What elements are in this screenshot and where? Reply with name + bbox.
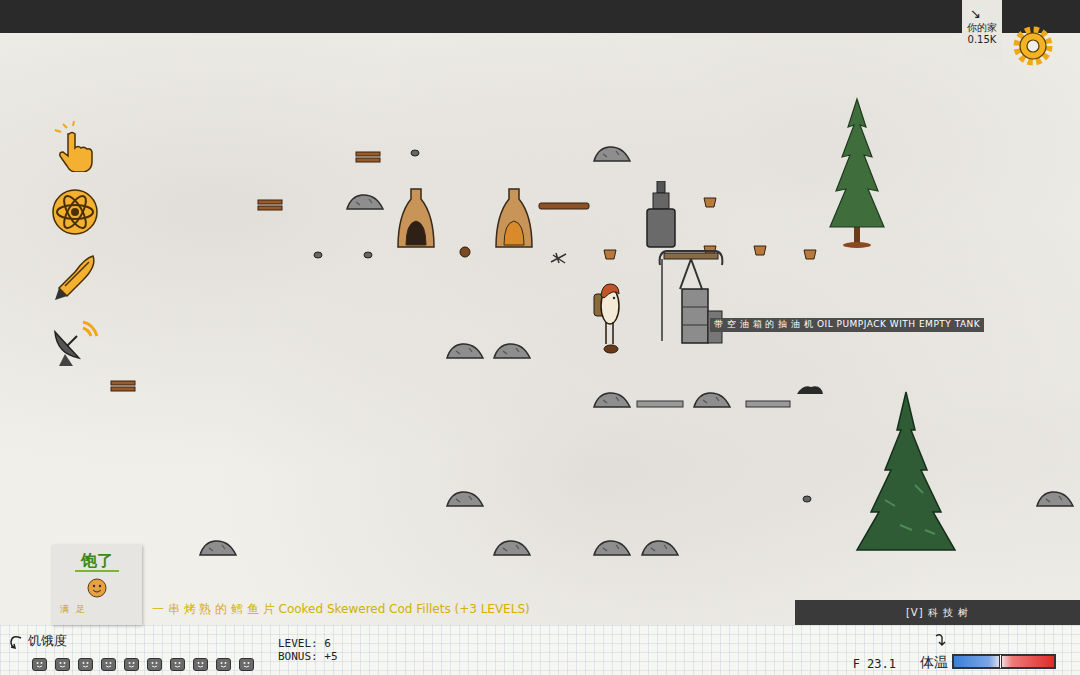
kiln [494, 187, 534, 249]
temperature-marker [999, 654, 1002, 669]
hunger-group: 饥饿度 [8, 630, 254, 671]
bonus-text: BONUS: +5 [278, 650, 338, 663]
log [538, 202, 590, 210]
curved-arrow-icon [8, 630, 24, 654]
pebble [410, 149, 420, 157]
pen-icon[interactable] [44, 245, 106, 311]
temperature-reading: F 23.1 [853, 655, 896, 673]
hunger-pip [101, 658, 116, 671]
hunger-pip [216, 658, 231, 671]
hunger-pip [170, 658, 185, 671]
tool-sidebar [44, 113, 106, 377]
gear-icon[interactable] [1011, 24, 1055, 68]
temperature-group: F 23.1 体温 [853, 628, 1056, 673]
tech-tree-button[interactable]: [V] 科 技 树 [795, 600, 1080, 625]
rock [345, 192, 385, 210]
home-indicator: ↘你的家0.15K [962, 0, 1002, 62]
stone-slab [636, 400, 684, 408]
home-distance: 0.15K [962, 34, 1002, 46]
log-pile [110, 379, 136, 393]
temperature-bar [952, 654, 1056, 669]
game-world[interactable]: 带 空 油 箱 的 抽 油 机 OIL PUMPJACK WITH EMPTY … [0, 33, 1080, 625]
oil-tank [645, 181, 677, 249]
hunger-pip [193, 658, 208, 671]
hunger-pips [32, 658, 254, 671]
hunger-pip [239, 658, 254, 671]
rock [592, 538, 632, 556]
dropped-item [603, 344, 619, 354]
coal-pile [795, 383, 825, 395]
level-group: LEVEL: 6BONUS: +5 [278, 637, 338, 663]
pebble [363, 251, 373, 259]
pebble [313, 251, 323, 259]
kiln [396, 187, 436, 249]
basket [603, 248, 617, 260]
home-arrow-icon: ↘ [962, 6, 1002, 22]
rock [492, 341, 532, 359]
smile-icon [52, 577, 142, 599]
status-title: 饱了 [75, 551, 119, 572]
atom-icon[interactable] [44, 179, 106, 245]
rock [692, 390, 732, 408]
rock [445, 341, 485, 359]
hunger-pip [78, 658, 93, 671]
basket [753, 244, 767, 256]
temperature-label: 体温 [920, 652, 948, 673]
spruce-tree [855, 390, 957, 558]
hand-icon[interactable] [44, 113, 106, 179]
temperature-label-group: 体温 [920, 628, 948, 673]
temperature-meter: 体温 [920, 628, 1056, 673]
home-label: 你的家 [962, 22, 1002, 34]
status-card: 饱了满 足 [52, 545, 142, 625]
satellite-dish-icon[interactable] [44, 311, 106, 377]
stone-slab [745, 400, 791, 408]
basket [803, 248, 817, 260]
hunger-label: 饥饿度 [28, 634, 67, 648]
hunger-header: 饥饿度 [8, 630, 254, 654]
player-character[interactable] [590, 278, 626, 348]
object-tooltip: 带 空 油 箱 的 抽 油 机 OIL PUMPJACK WITH EMPTY … [710, 318, 984, 332]
hunger-pip [55, 658, 70, 671]
rock [640, 538, 680, 556]
twigs [550, 252, 568, 264]
rock [492, 538, 532, 556]
basket [703, 196, 717, 208]
top-bar [0, 0, 1080, 33]
rock [592, 144, 632, 162]
hunger-pip [147, 658, 162, 671]
tech-tree-label: [V] 科 技 树 [906, 605, 969, 620]
pebble [802, 495, 812, 503]
hunger-pip [124, 658, 139, 671]
down-arrow-icon [934, 628, 948, 652]
event-message: 一 串 烤 熟 的 鳕 鱼 片 Cooked Skewered Cod Fill… [152, 600, 530, 618]
berry-bush [458, 246, 472, 258]
pine-tree [826, 97, 888, 249]
bottom-hud: 饥饿度 LEVEL: 6BONUS: +5 F 23.1 体温 [0, 625, 1080, 675]
hunger-pip [32, 658, 47, 671]
log-pile [257, 198, 283, 212]
rock [592, 390, 632, 408]
status-subtitle: 满 足 [52, 603, 142, 617]
log-pile [355, 150, 381, 164]
rock [445, 489, 485, 507]
rock [198, 538, 238, 556]
rock [1035, 489, 1075, 507]
level-text: LEVEL: 6 [278, 637, 338, 650]
